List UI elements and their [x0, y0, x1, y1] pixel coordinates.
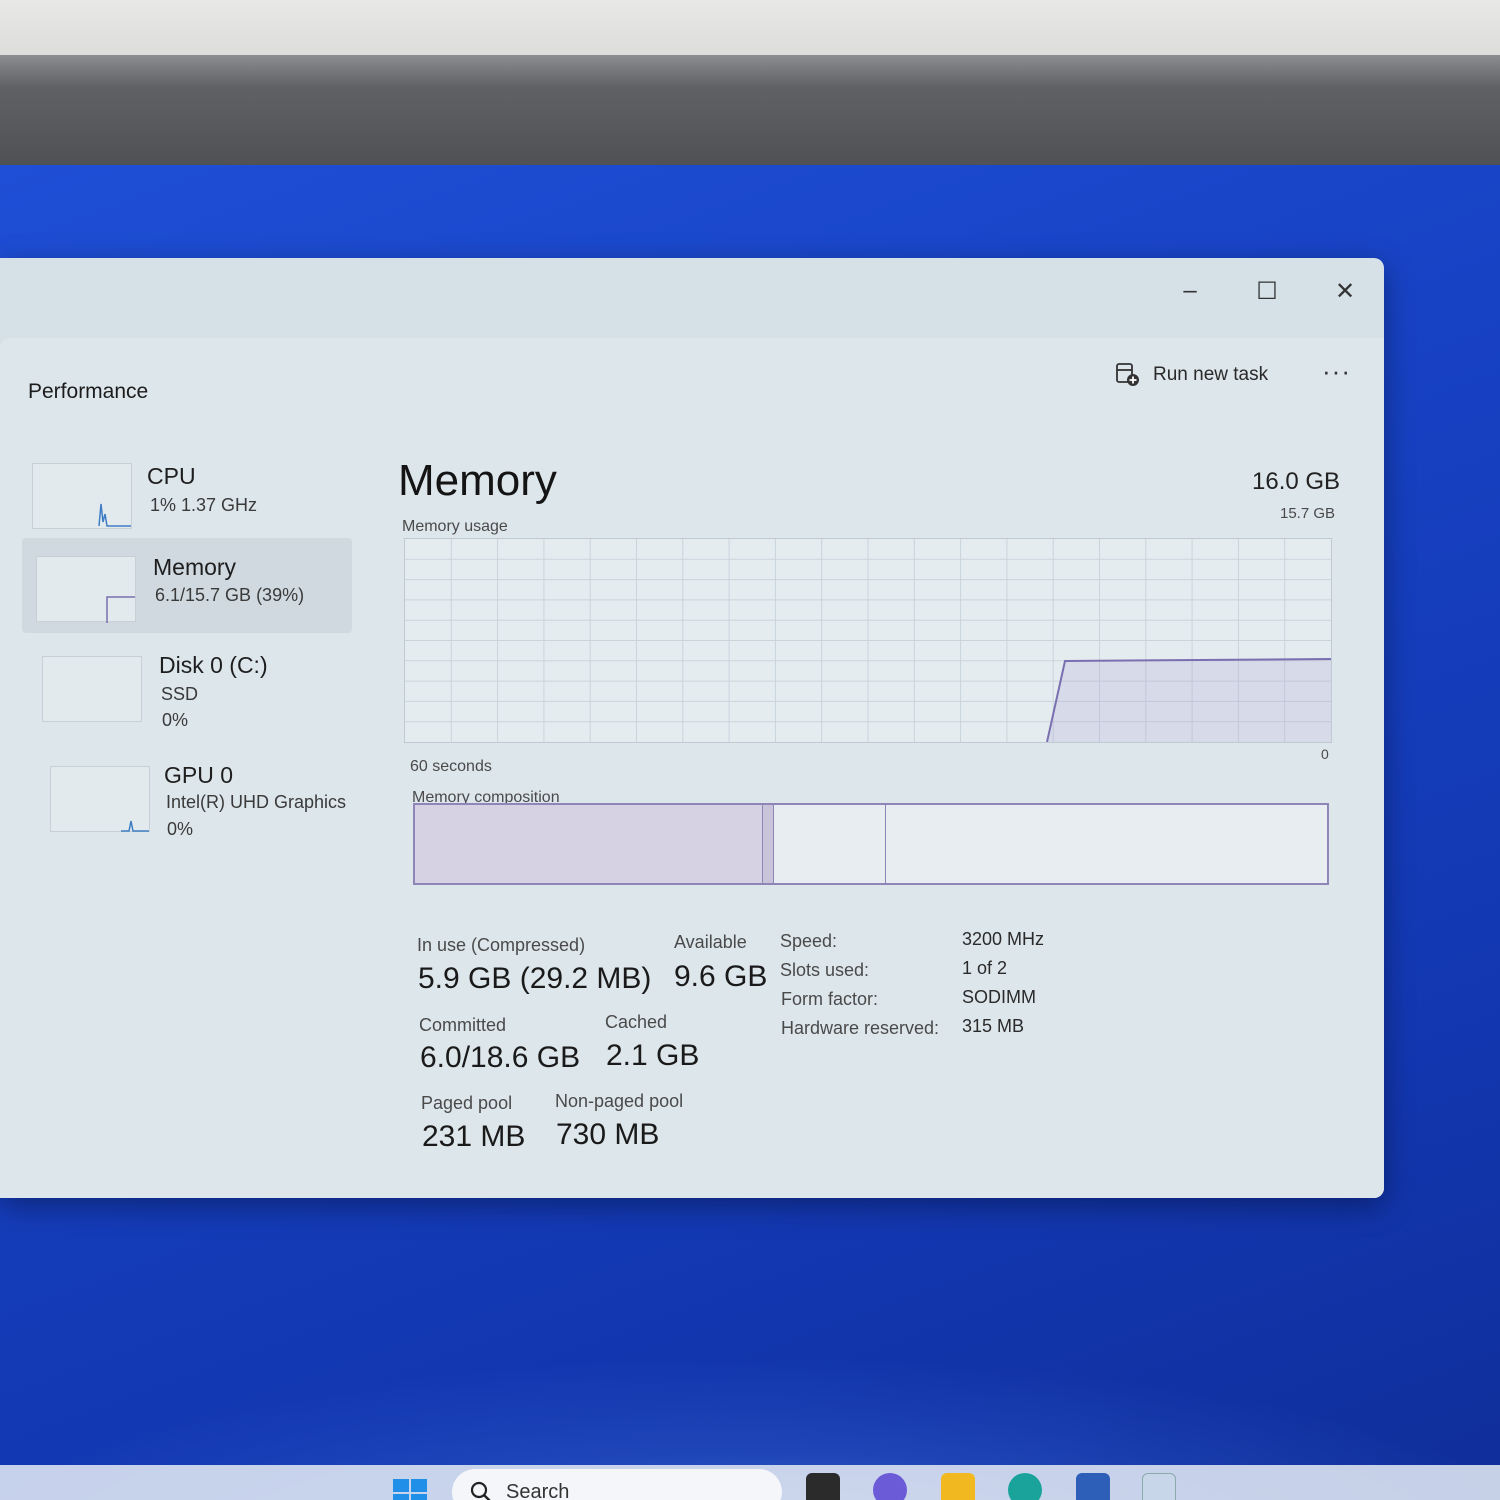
chat-icon[interactable] [873, 1473, 907, 1500]
available-value: 9.6 GB [674, 960, 768, 993]
non-paged-pool-label: Non-paged pool [555, 1091, 684, 1111]
composition-modified[interactable] [762, 805, 774, 883]
memory-usage-plot [405, 539, 1332, 743]
memory-usage-label: Memory usage [402, 518, 508, 535]
performance-page: Performance Run new task ··· CPU 1% 1.37… [0, 338, 1384, 1198]
gpu-sparkline [121, 820, 149, 832]
task-manager-window: – ☐ ✕ Performance Run new task ··· CPU 1… [0, 258, 1384, 1198]
title-bar: – ☐ ✕ [0, 258, 1384, 338]
sidebar-item-memory[interactable]: Memory 6.1/15.7 GB (39%) [22, 538, 352, 633]
memory-usage-graph [404, 538, 1332, 743]
memory-usage-max: 15.7 GB [1280, 505, 1336, 522]
sidebar-item-label: GPU 0 [164, 762, 234, 788]
sidebar-item-detail: Intel(R) UHD Graphics [166, 792, 347, 812]
sidebar-item-label: Memory [153, 554, 237, 580]
run-new-task-label: Run new task [1153, 364, 1269, 385]
search-placeholder: Search [506, 1480, 570, 1500]
run-new-task-button[interactable]: Run new task [1115, 362, 1268, 388]
memory-usage-area [1047, 659, 1331, 742]
sidebar-item-detail: 6.1/15.7 GB (39%) [155, 585, 305, 605]
committed-value: 6.0/18.6 GB [420, 1041, 581, 1074]
windows-logo-icon [393, 1479, 409, 1492]
non-paged-pool-value: 730 MB [556, 1118, 660, 1151]
task-view-icon[interactable] [806, 1473, 840, 1500]
resource-title: Memory [398, 456, 557, 505]
slots-used-label: Slots used: [780, 960, 870, 980]
form-factor-label: Form factor: [781, 989, 879, 1009]
run-task-icon [1116, 363, 1139, 386]
cpu-sparkline [98, 503, 131, 527]
cpu-thumbnail-graph [32, 463, 132, 529]
composition-in-use[interactable] [415, 805, 762, 883]
memory-sparkline [106, 596, 135, 623]
page-title: Performance [28, 380, 149, 403]
available-label: Available [674, 932, 747, 952]
sidebar-item-detail: 1% 1.37 GHz [150, 495, 258, 515]
search-icon [470, 1481, 491, 1500]
start-button[interactable] [393, 1479, 429, 1500]
total-memory: 16.0 GB [1252, 468, 1341, 495]
background-wall [0, 0, 1500, 60]
sidebar-item-percent: 0% [162, 710, 189, 730]
memory-composition-bar [413, 803, 1329, 885]
sidebar-item-percent: 0% [167, 819, 194, 839]
graph-time-label: 60 seconds [410, 758, 492, 775]
speed-label: Speed: [780, 931, 838, 951]
store-icon[interactable] [1076, 1473, 1110, 1500]
taskbar: Search [0, 1465, 1500, 1500]
speed-value: 3200 MHz [962, 929, 1045, 949]
more-options-button[interactable]: ··· [1322, 356, 1351, 387]
file-explorer-icon[interactable] [941, 1473, 975, 1500]
in-use-label: In use (Compressed) [417, 935, 586, 955]
gpu-thumbnail-graph [50, 766, 150, 832]
graph-zero-label: 0 [1321, 746, 1329, 762]
sidebar-item-gpu[interactable]: GPU 0 Intel(R) UHD Graphics 0% [22, 748, 352, 843]
close-button[interactable]: ✕ [1320, 268, 1370, 314]
paged-pool-value: 231 MB [422, 1120, 526, 1153]
edge-browser-icon[interactable] [1008, 1473, 1042, 1500]
taskbar-search[interactable]: Search [452, 1469, 782, 1500]
in-use-value: 5.9 GB (29.2 MB) [418, 962, 652, 995]
memory-thumbnail-graph [36, 556, 136, 623]
cached-label: Cached [605, 1012, 668, 1032]
minimize-button[interactable]: – [1165, 268, 1215, 314]
cached-value: 2.1 GB [606, 1039, 700, 1072]
sidebar-item-label: Disk 0 (C:) [159, 652, 268, 678]
sidebar-item-cpu[interactable]: CPU 1% 1.37 GHz [22, 443, 352, 538]
task-manager-taskbar-icon[interactable] [1142, 1473, 1176, 1500]
disk-thumbnail-graph [42, 656, 142, 722]
sidebar-item-detail: SSD [161, 684, 199, 704]
sidebar-item-label: CPU [147, 463, 196, 489]
maximize-button[interactable]: ☐ [1242, 268, 1292, 314]
paged-pool-label: Paged pool [421, 1093, 513, 1113]
sidebar-item-disk[interactable]: Disk 0 (C:) SSD 0% [22, 638, 352, 733]
slots-used-value: 1 of 2 [962, 958, 1008, 978]
committed-label: Committed [419, 1015, 507, 1035]
hardware-reserved-label: Hardware reserved: [781, 1018, 940, 1038]
hardware-reserved-value: 315 MB [962, 1016, 1025, 1036]
composition-standby-divider [885, 805, 886, 883]
form-factor-value: SODIMM [962, 987, 1036, 1007]
